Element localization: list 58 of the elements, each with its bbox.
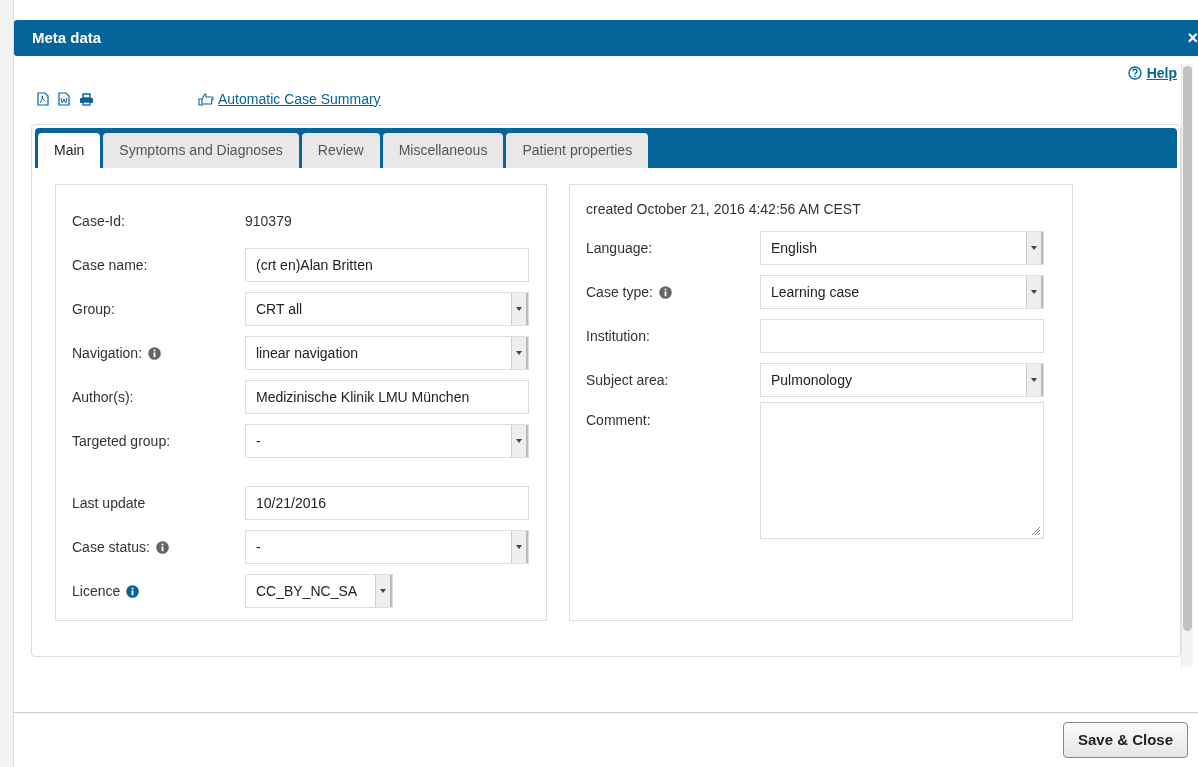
dropdown-field[interactable]: - bbox=[245, 530, 529, 564]
scrollbar-thumb[interactable] bbox=[1183, 66, 1192, 631]
word-file-icon[interactable] bbox=[58, 92, 70, 106]
dropdown-field[interactable]: Pulmonology bbox=[760, 363, 1044, 397]
field-label: Comment: bbox=[586, 411, 651, 430]
info-icon[interactable] bbox=[148, 346, 162, 360]
dropdown-field[interactable]: - bbox=[245, 424, 529, 458]
input-field[interactable]: 10/21/2016 bbox=[245, 486, 529, 520]
field-label: Last update bbox=[72, 493, 146, 513]
pdf-file-icon[interactable] bbox=[37, 92, 49, 106]
save-close-button[interactable]: Save & Close bbox=[1062, 721, 1188, 759]
field-label: Targeted group: bbox=[72, 431, 171, 451]
caret-icon bbox=[380, 589, 386, 593]
print-icon[interactable] bbox=[79, 92, 94, 106]
tab[interactable]: Patient properties bbox=[506, 133, 649, 168]
field-label: Licence bbox=[72, 581, 121, 601]
case-summary-link[interactable]: Automatic Case Summary bbox=[198, 88, 381, 110]
input-field[interactable] bbox=[760, 319, 1044, 353]
field-label: Case status: bbox=[72, 537, 150, 557]
created-timestamp: created October 21, 2016 4:42:56 AM CEST bbox=[586, 200, 862, 219]
dropdown-field[interactable]: English bbox=[760, 231, 1044, 265]
thumbs-up-icon bbox=[198, 92, 215, 106]
help-link[interactable]: Help bbox=[1127, 62, 1177, 84]
field-label: Subject area: bbox=[586, 370, 669, 390]
field-label: Case-Id: bbox=[72, 211, 125, 231]
caret-icon bbox=[1031, 246, 1037, 250]
caret-icon bbox=[516, 439, 522, 443]
caret-icon bbox=[516, 545, 522, 549]
info-icon[interactable] bbox=[155, 540, 169, 554]
tab[interactable]: Review bbox=[301, 133, 380, 168]
dialog-title: Meta data bbox=[32, 27, 102, 48]
input-field[interactable]: Medizinische Klinik LMU München bbox=[245, 380, 529, 414]
field-label: Institution: bbox=[586, 326, 650, 346]
field-label: Language: bbox=[586, 238, 653, 258]
info-icon[interactable] bbox=[658, 285, 672, 299]
resize-grip-icon[interactable] bbox=[1031, 526, 1041, 536]
field-label: Group: bbox=[72, 299, 115, 319]
tab[interactable]: Symptoms and Diagnoses bbox=[103, 133, 299, 168]
input-field[interactable]: (crt en)Alan Britten bbox=[245, 248, 529, 282]
field-value: 910379 bbox=[245, 211, 292, 231]
dropdown-field[interactable]: Learning case bbox=[760, 275, 1044, 309]
caret-icon bbox=[1031, 378, 1037, 382]
info-icon[interactable] bbox=[126, 584, 140, 598]
field-label: Author(s): bbox=[72, 387, 134, 407]
caret-icon bbox=[516, 307, 522, 311]
caret-icon bbox=[516, 351, 522, 355]
dropdown-field[interactable]: CRT all bbox=[245, 292, 529, 326]
tab[interactable]: Miscellaneous bbox=[382, 133, 504, 168]
dropdown-field[interactable]: CC_BY_NC_SA bbox=[245, 574, 393, 608]
field-label: Case type: bbox=[586, 282, 653, 302]
field-label: Case name: bbox=[72, 255, 148, 275]
scrollbar[interactable] bbox=[1181, 64, 1193, 667]
tab[interactable]: Main bbox=[38, 133, 101, 168]
caret-icon bbox=[1031, 290, 1037, 294]
dropdown-field[interactable]: linear navigation bbox=[245, 336, 529, 370]
close-button[interactable]: × bbox=[1187, 29, 1198, 47]
field-label: Navigation: bbox=[72, 343, 143, 363]
help-icon bbox=[1127, 66, 1142, 80]
